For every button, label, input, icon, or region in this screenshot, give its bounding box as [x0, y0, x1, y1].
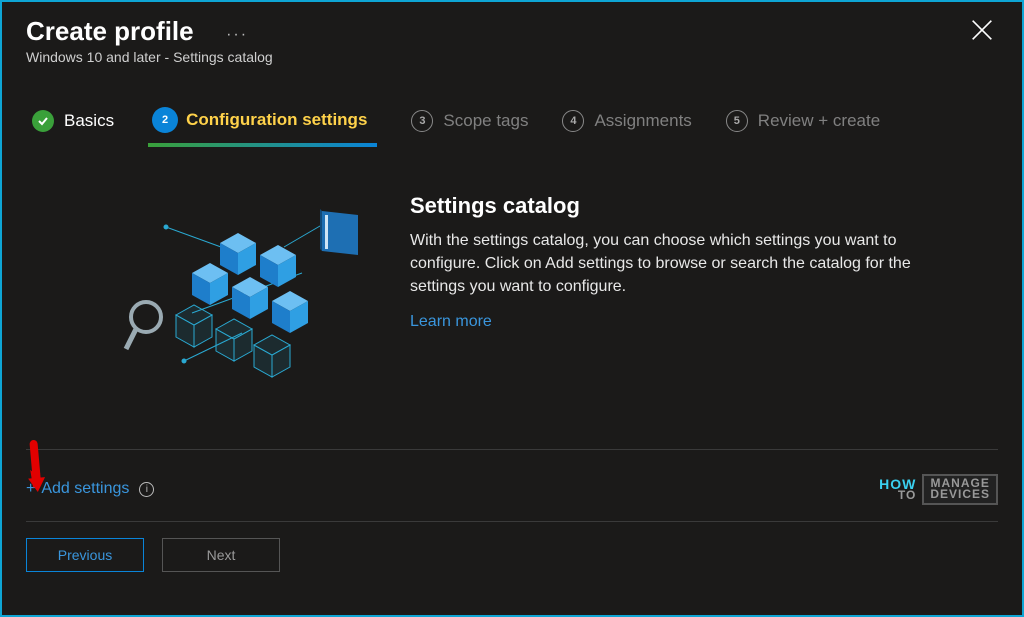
step-number-icon: 2 [154, 109, 176, 131]
step-assignments[interactable]: 4 Assignments [562, 110, 691, 132]
step-basics[interactable]: Basics [32, 110, 114, 132]
step-label: Scope tags [443, 111, 528, 131]
info-body: With the settings catalog, you can choos… [410, 229, 920, 299]
add-settings-row: + Add settings i HOW TO MANAGE DEVICES [2, 450, 1022, 515]
step-label: Basics [64, 111, 114, 131]
step-label: Configuration settings [186, 110, 367, 130]
step-label: Review + create [758, 111, 880, 131]
add-settings-label: Add settings [41, 480, 129, 498]
info-icon[interactable]: i [139, 482, 154, 497]
more-actions-button[interactable]: ··· [226, 26, 248, 44]
magnifier-icon [126, 302, 161, 349]
step-number-icon: 5 [726, 110, 748, 132]
learn-more-link[interactable]: Learn more [410, 313, 492, 330]
page-subtitle: Windows 10 and later - Settings catalog [26, 49, 998, 65]
step-number-icon: 4 [562, 110, 584, 132]
step-configuration-settings[interactable]: 2 Configuration settings [148, 105, 377, 137]
step-review-create[interactable]: 5 Review + create [726, 110, 880, 132]
settings-catalog-illustration [122, 193, 382, 393]
close-button[interactable] [968, 16, 996, 44]
wizard-stepper: Basics 2 Configuration settings 3 Scope … [2, 71, 1022, 147]
page-title: Create profile [26, 16, 194, 47]
step-scope-tags[interactable]: 3 Scope tags [411, 110, 528, 132]
next-button[interactable]: Next [162, 538, 280, 572]
watermark: HOW TO MANAGE DEVICES [879, 474, 998, 505]
step-number-icon: 3 [411, 110, 433, 132]
check-icon [32, 110, 54, 132]
step-label: Assignments [594, 111, 691, 131]
info-title: Settings catalog [410, 193, 920, 219]
panel-header: Create profile ··· Windows 10 and later … [2, 2, 1022, 71]
wizard-footer: Previous Next [2, 522, 1022, 590]
empty-state: Settings catalog With the settings catal… [2, 147, 1022, 413]
close-icon [968, 16, 996, 44]
watermark-devices: DEVICES [930, 489, 990, 500]
watermark-to: TO [879, 490, 916, 501]
previous-button[interactable]: Previous [26, 538, 144, 572]
info-panel: Settings catalog With the settings catal… [410, 193, 920, 331]
book-icon [320, 209, 358, 255]
